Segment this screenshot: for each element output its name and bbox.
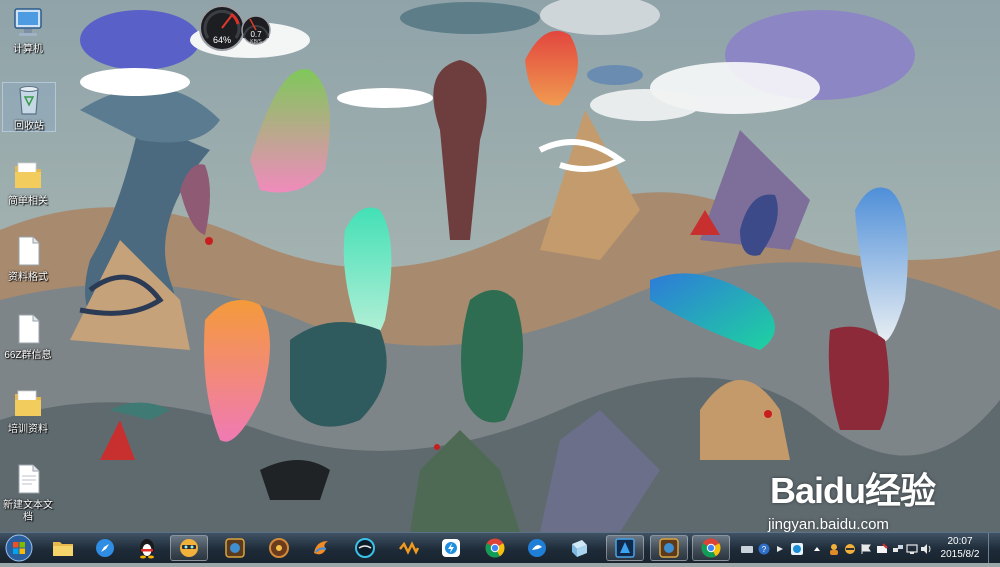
speed-icon	[528, 539, 546, 557]
taskbar-app-ring[interactable]	[346, 535, 384, 561]
desktop-icon-group-info[interactable]: 66Z群信息	[2, 312, 54, 362]
cube-icon	[572, 540, 587, 557]
network-icon[interactable]	[892, 542, 904, 554]
flag-icon[interactable]	[860, 542, 872, 554]
taskbar-app-chrome-window[interactable]	[692, 535, 730, 561]
taskbar-app-qq-game[interactable]	[170, 535, 208, 561]
windows-logo-icon	[5, 534, 33, 562]
folder-icon	[12, 386, 44, 420]
monitor-icon[interactable]	[906, 542, 918, 554]
wave-icon	[399, 541, 420, 555]
taskbar-app-wheel[interactable]	[260, 535, 298, 561]
desktop-icon-label: 回收站	[14, 121, 44, 132]
desktop-icon-label: 培训资料	[8, 424, 48, 435]
game-emblem-icon	[615, 538, 635, 558]
desktop-icon-recycle-bin[interactable]: 回收站	[2, 82, 56, 132]
bolt-icon	[442, 539, 460, 557]
ring-icon	[355, 538, 375, 558]
watermark-brand: Baidu经验	[770, 470, 936, 511]
taskbar-app-flame[interactable]	[302, 535, 340, 561]
chrome-icon	[485, 538, 505, 558]
svg-text:?: ?	[762, 545, 767, 554]
computer-icon	[12, 6, 44, 40]
system-clock[interactable]: 20:07 2015/8/2	[938, 535, 982, 561]
chrome-icon	[701, 538, 721, 558]
net-unit: KB/S	[250, 39, 262, 45]
flame-icon	[314, 541, 328, 555]
desktop-icon-label: 计算机	[13, 44, 43, 55]
shield-icon[interactable]	[790, 542, 804, 555]
game-character-icon	[180, 539, 198, 557]
game-emblem-icon	[659, 538, 679, 558]
taskbar-app-qq[interactable]	[128, 535, 166, 561]
start-button[interactable]	[4, 534, 34, 562]
taskbar: ? 20:07 2015/8/2	[0, 532, 1000, 563]
baidu-watermark: Baidu经验 jingyan.baidu.com	[768, 460, 996, 533]
help-icon[interactable]: ?	[758, 542, 770, 555]
desktop-icon-doc-format[interactable]: 资料格式	[2, 234, 54, 284]
net-value: 0.7	[250, 30, 262, 39]
folder-icon	[12, 158, 44, 192]
penguin-icon	[140, 539, 154, 559]
recycle-bin-icon	[13, 83, 45, 117]
text-document-icon	[12, 462, 44, 496]
clock-date: 2015/8/2	[940, 549, 980, 560]
taskbar-app-speed[interactable]	[518, 535, 556, 561]
desktop-icon-folder-training[interactable]: 培训资料	[2, 386, 54, 436]
volume-icon[interactable]	[920, 542, 932, 554]
taskbar-app-compass[interactable]	[86, 535, 124, 561]
desktop-icon-folder-simple[interactable]: 简单相关	[2, 158, 54, 208]
cpu-percent: 64%	[212, 35, 231, 45]
taskbar-app-hearthstone[interactable]	[216, 535, 254, 561]
desktop-icon-label: 简单相关	[8, 196, 48, 207]
compass-icon	[96, 539, 114, 557]
keyboard-icon[interactable]	[740, 542, 754, 554]
taskbar-app-game-client-1[interactable]	[606, 535, 644, 561]
desktop-icon-computer[interactable]: 计算机	[2, 6, 54, 56]
chevron-up-icon[interactable]	[812, 542, 822, 554]
wheel-icon	[269, 538, 289, 558]
folder-icon	[53, 542, 73, 556]
document-icon	[12, 234, 44, 268]
taskbar-app-cube[interactable]	[560, 535, 598, 561]
game-emblem-icon	[225, 538, 245, 558]
desktop-icon-label: 新建文本文档	[3, 500, 53, 523]
clock-time: 20:07	[947, 536, 973, 547]
taskbar-app-wave[interactable]	[390, 535, 428, 561]
document-icon	[12, 312, 44, 346]
desktop-icon-label: 资料格式	[8, 272, 48, 283]
desktop-icon-label: 66Z群信息	[4, 350, 52, 361]
taskbar-app-game-client-2[interactable]	[650, 535, 688, 561]
desktop-wallpaper	[0, 0, 1000, 532]
taskbar-app-chrome[interactable]	[476, 535, 514, 561]
person-icon[interactable]	[828, 542, 840, 555]
game-icon[interactable]	[844, 542, 856, 554]
arrow-icon[interactable]	[774, 542, 786, 554]
taskbar-app-qq-lightning[interactable]	[432, 535, 470, 561]
watermark-url: jingyan.baidu.com	[768, 516, 889, 533]
show-desktop-button[interactable]	[988, 533, 1000, 563]
cpu-meter-gadget[interactable]: 64% 0.7 KB/S	[198, 4, 272, 52]
mail-icon[interactable]	[876, 542, 888, 554]
desktop-icon-new-text-doc[interactable]: 新建文本文档	[2, 462, 54, 524]
taskbar-app-explorer[interactable]	[44, 535, 82, 561]
